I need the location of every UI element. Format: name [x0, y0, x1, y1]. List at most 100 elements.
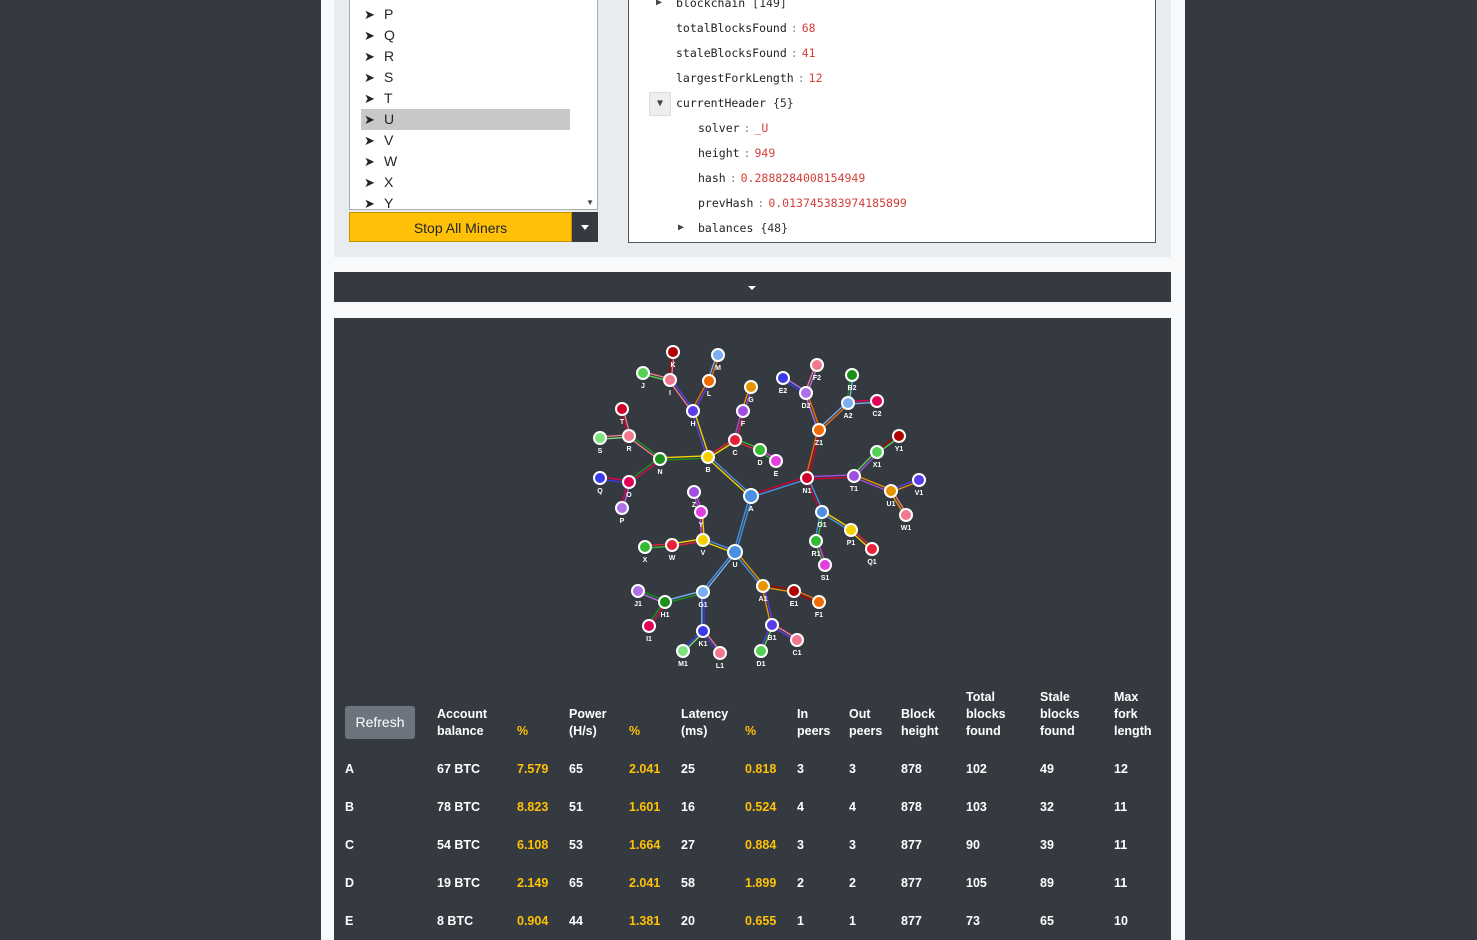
network-node-w[interactable]	[665, 538, 679, 552]
stats-cell: 3	[849, 762, 856, 776]
network-node-e1[interactable]	[787, 584, 801, 598]
network-node-k[interactable]	[666, 345, 680, 359]
network-node-label: U1	[887, 501, 896, 508]
network-node-c2[interactable]	[870, 394, 884, 408]
stats-header-line: found	[966, 724, 1001, 738]
network-node-t[interactable]	[615, 402, 629, 416]
network-node-label: C	[732, 450, 737, 457]
network-node-j[interactable]	[636, 366, 650, 380]
network-node-l1[interactable]	[713, 646, 727, 660]
network-edge-N1-Z1	[805, 429, 819, 478]
stats-header-line: height	[901, 724, 939, 738]
network-node-s[interactable]	[593, 431, 607, 445]
stats-row-miner: E	[345, 914, 354, 928]
network-node-v1[interactable]	[912, 473, 926, 487]
stats-header-line: Total	[966, 690, 995, 704]
network-node-o1[interactable]	[815, 505, 829, 519]
stats-header-1: %	[517, 723, 528, 740]
stats-cell: 8 BTC	[437, 914, 474, 928]
network-node-d[interactable]	[753, 443, 767, 457]
network-node-p1[interactable]	[844, 523, 858, 537]
stats-cell: 0.524	[745, 800, 777, 814]
network-node-i1[interactable]	[642, 619, 656, 633]
stats-header-line: %	[745, 724, 757, 738]
stats-cell: 25	[681, 762, 695, 776]
network-node-b1[interactable]	[765, 618, 779, 632]
network-node-x1[interactable]	[870, 445, 884, 459]
network-edge-A-N1	[750, 476, 807, 496]
network-node-label: D2	[802, 403, 811, 410]
network-node-z[interactable]	[687, 485, 701, 499]
network-node-label: Q1	[867, 559, 876, 566]
network-node-label: K	[670, 362, 675, 369]
stats-cell: 65	[569, 762, 583, 776]
network-node-q[interactable]	[593, 471, 607, 485]
network-node-k1[interactable]	[696, 624, 710, 638]
stats-header-0: Account balance	[437, 706, 487, 740]
stats-cell: 878	[901, 762, 922, 776]
stats-cell: 3	[797, 838, 804, 852]
stats-cell: 0.884	[745, 838, 777, 852]
network-node-r[interactable]	[622, 429, 636, 443]
stats-cell: 16	[681, 800, 695, 814]
network-node-m[interactable]	[711, 348, 725, 362]
network-node-q1[interactable]	[865, 542, 879, 556]
network-node-w1[interactable]	[899, 508, 913, 522]
network-node-f2[interactable]	[810, 358, 824, 372]
network-node-j1[interactable]	[631, 584, 645, 598]
network-node-d1[interactable]	[754, 644, 768, 658]
network-node-y1[interactable]	[892, 429, 906, 443]
stats-header-5: %	[745, 723, 756, 740]
network-node-label: R	[626, 446, 631, 453]
network-node-l[interactable]	[702, 374, 716, 388]
network-node-p[interactable]	[615, 501, 629, 515]
network-node-label: W1	[901, 525, 912, 532]
network-node-n[interactable]	[653, 452, 667, 466]
stats-cell: 3	[849, 838, 856, 852]
stats-cell: 105	[966, 876, 987, 890]
network-node-label: C1	[793, 650, 802, 657]
network-node-g1[interactable]	[696, 585, 710, 599]
network-node-h[interactable]	[686, 404, 700, 418]
network-node-b2[interactable]	[845, 368, 859, 382]
network-node-d2[interactable]	[799, 386, 813, 400]
network-graph: A B C D E F G H I J K L M N O P Q R S T U V W X Y Z A1 B1 C1 D1 E1 F1 G1…	[593, 345, 926, 670]
network-node-e2[interactable]	[776, 371, 790, 385]
stats-cell: 10	[1114, 914, 1128, 928]
refresh-button[interactable]: Refresh	[345, 706, 415, 739]
network-node-z1[interactable]	[812, 423, 826, 437]
network-node-a2[interactable]	[841, 396, 855, 410]
network-node-n1[interactable]	[800, 471, 814, 485]
network-node-f[interactable]	[736, 404, 750, 418]
stats-cell: 19 BTC	[437, 876, 481, 890]
stats-cell: 1.601	[629, 800, 661, 814]
network-node-g[interactable]	[744, 380, 758, 394]
network-node-c[interactable]	[728, 433, 742, 447]
network-node-s1[interactable]	[818, 558, 832, 572]
network-node-t1[interactable]	[847, 469, 861, 483]
network-node-v[interactable]	[696, 533, 710, 547]
stats-cell: 2.041	[629, 876, 661, 890]
network-node-y[interactable]	[694, 505, 708, 519]
stats-header-line: Stale	[1040, 690, 1070, 704]
network-node-b[interactable]	[701, 450, 715, 464]
network-node-x[interactable]	[638, 540, 652, 554]
network-node-label: E	[774, 471, 779, 478]
network-node-i[interactable]	[663, 373, 677, 387]
stats-cell: 7.579	[517, 762, 549, 776]
network-node-u[interactable]	[727, 544, 743, 560]
stats-cell: 4	[797, 800, 804, 814]
network-node-a1[interactable]	[756, 579, 770, 593]
network-node-r1[interactable]	[809, 534, 823, 548]
network-node-a[interactable]	[743, 488, 759, 504]
network-node-f1[interactable]	[812, 595, 826, 609]
network-edge-A-N1	[751, 478, 808, 498]
network-node-c1[interactable]	[790, 633, 804, 647]
network-node-o[interactable]	[622, 475, 636, 489]
network-node-label: M	[715, 365, 721, 372]
network-node-h1[interactable]	[658, 595, 672, 609]
network-node-u1[interactable]	[884, 484, 898, 498]
network-node-e[interactable]	[769, 454, 783, 468]
network-node-m1[interactable]	[676, 644, 690, 658]
stats-cell: 8.823	[517, 800, 549, 814]
